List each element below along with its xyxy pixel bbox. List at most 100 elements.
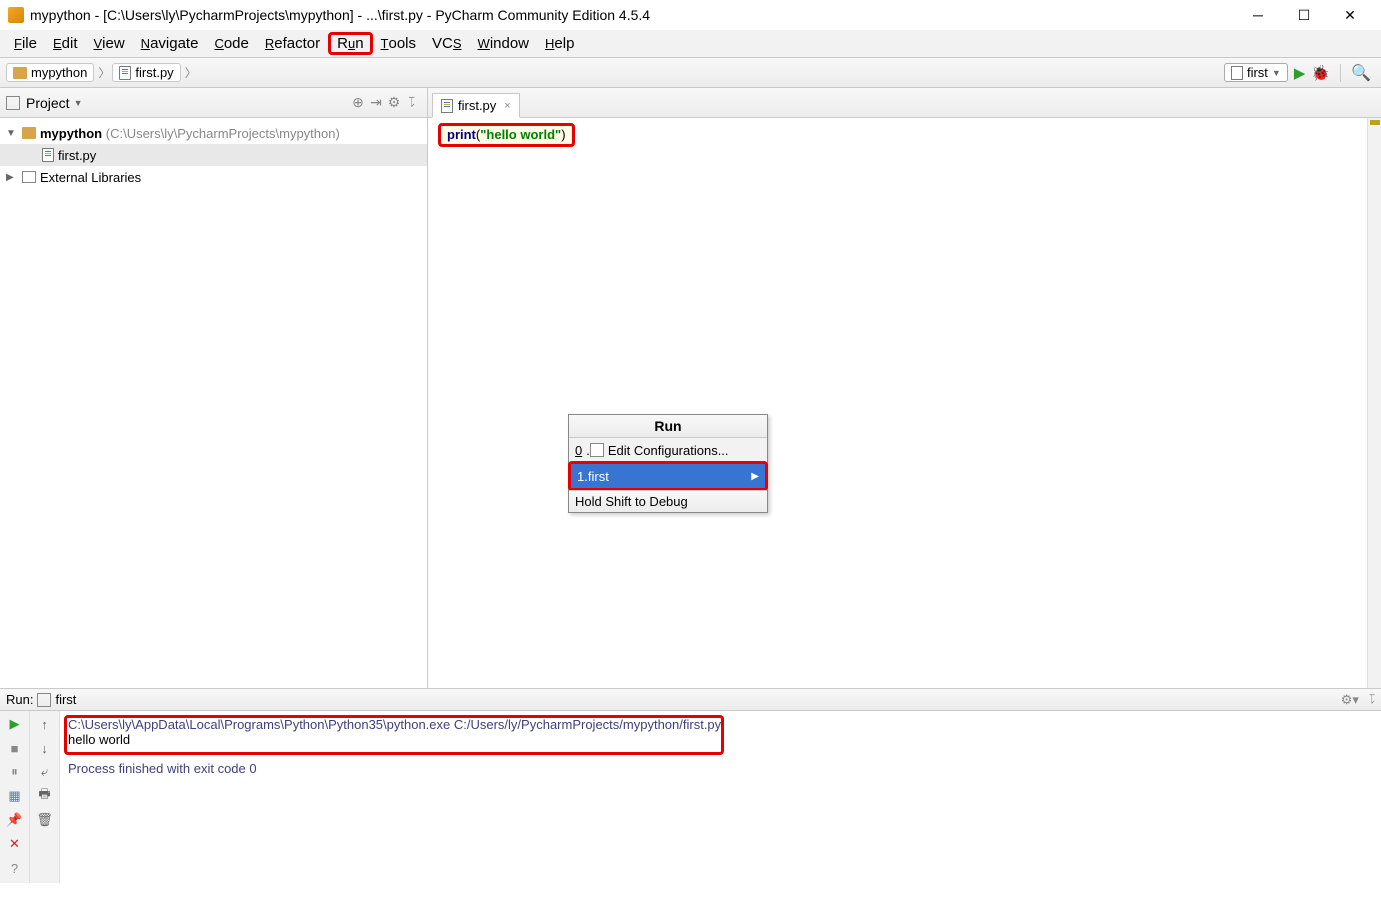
pycharm-icon <box>8 7 24 23</box>
window-title: mypython - [C:\Users\ly\PycharmProjects\… <box>30 7 1235 23</box>
edit-config-icon <box>590 443 604 457</box>
chevron-right-icon: 〉 <box>185 64 197 81</box>
chevron-down-icon[interactable]: ▼ <box>74 98 83 108</box>
breadcrumb-project-label: mypython <box>31 65 87 80</box>
library-icon <box>22 171 36 183</box>
code-editor[interactable]: print("hello world") Run 0. Edit Configu… <box>428 118 1381 688</box>
popup-item-label: first <box>588 469 609 484</box>
popup-item-first[interactable]: 1. first ▶ <box>568 461 768 491</box>
chevron-down-icon: ▼ <box>1272 68 1281 78</box>
submenu-arrow-icon: ▶ <box>751 471 759 482</box>
soft-wrap-icon[interactable]: ⤶ <box>36 763 54 781</box>
python-file-icon <box>119 66 131 80</box>
menu-help[interactable]: Help <box>537 32 582 55</box>
run-header-name: first <box>55 692 76 707</box>
breadcrumb-file[interactable]: first.py <box>112 63 180 82</box>
project-icon <box>6 96 20 110</box>
run-icon[interactable]: ▶ <box>1294 64 1306 82</box>
editor-tab-bar: first.py × <box>428 88 1381 118</box>
close-button[interactable]: ✕ <box>1327 0 1373 30</box>
python-icon <box>37 693 51 707</box>
breadcrumb-bar: mypython 〉 first.py 〉 first ▼ ▶ 🐞 🔍 <box>0 58 1381 88</box>
toolbar-right: first ▼ ▶ 🐞 🔍 <box>1224 63 1375 83</box>
debug-icon[interactable]: 🐞 <box>1311 64 1330 82</box>
tree-root-label: mypython <box>40 126 102 141</box>
tree-file[interactable]: first.py <box>0 144 427 166</box>
folder-icon <box>13 67 27 79</box>
popup-item-edit-config[interactable]: 0. Edit Configurations... <box>569 438 767 462</box>
tree-root[interactable]: ▼ mypython (C:\Users\ly\PycharmProjects\… <box>0 122 427 144</box>
editor-area: first.py × print("hello world") Run 0. E… <box>428 88 1381 688</box>
run-panel-body: ▶ ■ ⏸ ▦ 📌 ✕ ? ↑ ↓ ⤶ 🖶 🗑 C:\Users\ly\AppD… <box>0 711 1381 883</box>
console-output[interactable]: C:\Users\ly\AppData\Local\Programs\Pytho… <box>60 711 1381 883</box>
run-side-buttons-1: ▶ ■ ⏸ ▦ 📌 ✕ ? <box>0 711 30 883</box>
project-tree[interactable]: ▼ mypython (C:\Users\ly\PycharmProjects\… <box>0 118 427 688</box>
python-file-icon <box>1231 66 1243 80</box>
run-panel-header: Run: first ⚙▾ ⥝ <box>0 689 1381 711</box>
gear-icon[interactable]: ⚙ <box>385 94 403 111</box>
trash-icon[interactable]: 🗑 <box>36 811 54 829</box>
popup-item-label: Edit Configurations... <box>608 443 729 458</box>
pause-icon[interactable]: ⏸ <box>6 763 24 781</box>
menu-edit[interactable]: Edit <box>45 32 86 55</box>
code-line: print("hello world") <box>438 123 575 147</box>
hide-icon[interactable]: ⥝ <box>403 94 421 111</box>
run-header-label: Run: <box>6 692 33 707</box>
pin-icon[interactable]: 📌 <box>6 811 24 829</box>
tree-file-label: first.py <box>58 148 96 163</box>
separator <box>1340 64 1341 82</box>
run-popup-title: Run <box>569 415 767 438</box>
folder-icon <box>22 127 36 139</box>
run-side-buttons-2: ↑ ↓ ⤶ 🖶 🗑 <box>30 711 60 883</box>
run-config-label: first <box>1247 65 1268 80</box>
menu-vcs[interactable]: VCS <box>424 32 470 55</box>
popup-item-number: 1 <box>577 469 584 484</box>
project-sidebar: Project ▼ ⊕ ⇥ ⚙ ⥝ ▼ mypython (C:\Users\l… <box>0 88 428 688</box>
tree-external-libs[interactable]: ▶ External Libraries <box>0 166 427 188</box>
down-icon[interactable]: ↓ <box>36 739 54 757</box>
up-icon[interactable]: ↑ <box>36 715 54 733</box>
maximize-button[interactable]: ☐ <box>1281 0 1327 30</box>
run-popup: Run 0. Edit Configurations... 1. first ▶… <box>568 414 768 513</box>
menu-file[interactable]: File <box>6 32 45 55</box>
console-exit-line: Process finished with exit code 0 <box>68 761 1373 776</box>
hide-icon[interactable]: ⥝ <box>1369 692 1375 708</box>
print-icon[interactable]: 🖶 <box>36 787 54 805</box>
python-file-icon <box>441 99 453 113</box>
menu-navigate[interactable]: Navigate <box>133 32 207 55</box>
rerun-icon[interactable]: ▶ <box>6 715 24 733</box>
menu-bar: File Edit View Navigate Code Refactor Ru… <box>0 30 1381 58</box>
editor-tab[interactable]: first.py × <box>432 93 520 118</box>
console-blank-line <box>68 747 1373 761</box>
gear-icon[interactable]: ⚙▾ <box>1341 692 1359 708</box>
expand-arrow-icon[interactable]: ▶ <box>6 172 18 183</box>
tree-root-path: (C:\Users\ly\PycharmProjects\mypython) <box>106 126 340 141</box>
title-bar: mypython - [C:\Users\ly\PycharmProjects\… <box>0 0 1381 30</box>
breadcrumb-project[interactable]: mypython <box>6 63 94 82</box>
layout-icon[interactable]: ▦ <box>6 787 24 805</box>
stop-icon[interactable]: ■ <box>6 739 24 757</box>
python-file-icon <box>42 148 54 162</box>
menu-refactor[interactable]: Refactor <box>257 32 328 55</box>
menu-view[interactable]: View <box>85 32 132 55</box>
collapse-icon[interactable]: ⇥ <box>367 94 385 111</box>
minimize-button[interactable]: ─ <box>1235 0 1281 30</box>
close-tab-icon[interactable]: × <box>504 100 510 112</box>
menu-run[interactable]: Run <box>328 32 372 55</box>
run-config-selector[interactable]: first ▼ <box>1224 63 1288 82</box>
menu-tools[interactable]: Tools <box>373 32 424 55</box>
editor-gutter <box>1367 118 1381 688</box>
breadcrumb-file-label: first.py <box>135 65 173 80</box>
locate-icon[interactable]: ⊕ <box>349 94 367 111</box>
project-panel-header: Project ▼ ⊕ ⇥ ⚙ ⥝ <box>0 88 427 118</box>
expand-arrow-icon[interactable]: ▼ <box>6 128 18 139</box>
popup-footer: Hold Shift to Debug <box>569 490 767 512</box>
menu-window[interactable]: Window <box>470 32 537 55</box>
close-icon[interactable]: ✕ <box>6 835 24 853</box>
popup-item-number: 0 <box>575 443 582 458</box>
menu-code[interactable]: Code <box>206 32 256 55</box>
help-icon[interactable]: ? <box>6 859 24 877</box>
run-panel: Run: first ⚙▾ ⥝ ▶ ■ ⏸ ▦ 📌 ✕ ? ↑ ↓ ⤶ 🖶 🗑 … <box>0 688 1381 883</box>
search-icon[interactable]: 🔍 <box>1351 63 1371 83</box>
editor-tab-label: first.py <box>458 98 496 113</box>
